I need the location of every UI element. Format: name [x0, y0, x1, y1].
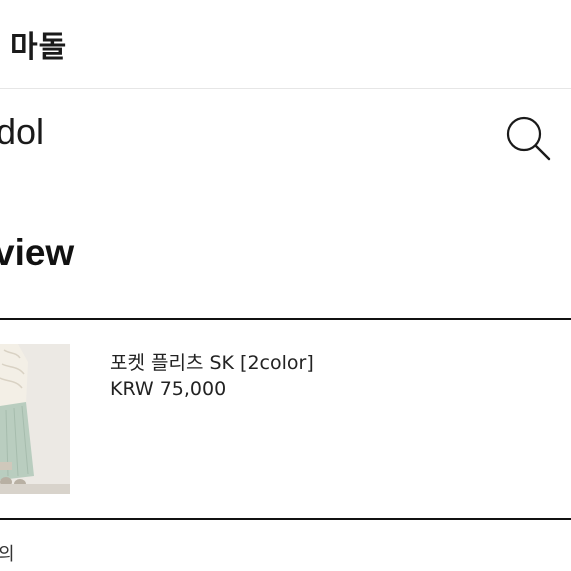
product-name[interactable]: 포켓 플리츠 SK [2color] — [110, 348, 314, 375]
search-icon[interactable] — [503, 114, 553, 164]
page: 마돌 dol view 포켓 플리츠 SK [2color] KRW 75,00… — [0, 0, 571, 571]
search-query-text[interactable]: dol — [0, 111, 44, 153]
product-thumbnail[interactable] — [0, 344, 70, 494]
footer-text: 의 — [0, 544, 15, 565]
brand-header: 마돌 — [0, 0, 571, 89]
product-list-item[interactable]: 포켓 플리츠 SK [2color] KRW 75,000 — [0, 320, 571, 518]
section-divider-bottom — [0, 518, 571, 520]
section-title: view — [0, 232, 75, 273]
product-price: KRW 75,000 — [110, 378, 227, 400]
search-bar: dol — [0, 89, 571, 189]
brand-title[interactable]: 마돌 — [10, 22, 67, 66]
